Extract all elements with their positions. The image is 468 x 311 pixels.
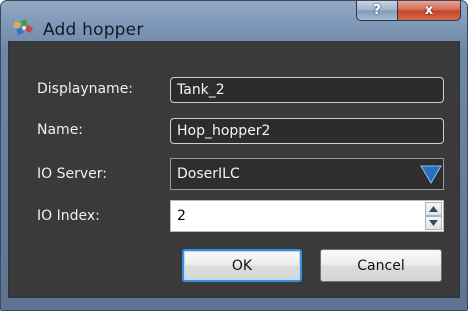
- add-hopper-dialog: Add hopper ? x Displayname: Tank_2 Name:…: [0, 0, 468, 311]
- spin-down-button[interactable]: [425, 216, 442, 230]
- close-button[interactable]: x: [398, 1, 461, 21]
- dialog-title: Add hopper: [43, 20, 144, 40]
- puzzle-app-icon: [13, 19, 33, 35]
- spin-up-button[interactable]: [425, 202, 442, 216]
- io-index-label: IO Index:: [37, 208, 100, 224]
- help-button[interactable]: ?: [356, 1, 398, 21]
- name-field[interactable]: Hop_hopper2: [170, 118, 444, 144]
- io-index-spinbox[interactable]: 2: [170, 200, 444, 232]
- dropdown-arrow-icon[interactable]: [419, 159, 443, 189]
- io-server-label: IO Server:: [37, 166, 107, 182]
- dialog-body: Displayname: Tank_2 Name: Hop_hopper2 IO…: [8, 41, 460, 298]
- displayname-field[interactable]: Tank_2: [170, 77, 444, 103]
- displayname-label: Displayname:: [37, 81, 134, 97]
- caption-buttons: ? x: [356, 1, 461, 21]
- io-index-value: 2: [177, 208, 186, 224]
- spin-buttons: [425, 202, 442, 230]
- chevron-up-icon: [429, 206, 438, 212]
- io-server-combobox[interactable]: DoserILC: [170, 158, 444, 190]
- cancel-button[interactable]: Cancel: [320, 249, 442, 282]
- name-label: Name:: [37, 122, 84, 138]
- title-bar[interactable]: Add hopper ? x: [1, 1, 467, 41]
- io-server-value: DoserILC: [177, 166, 240, 182]
- ok-button[interactable]: OK: [182, 249, 302, 282]
- chevron-down-icon: [429, 220, 438, 226]
